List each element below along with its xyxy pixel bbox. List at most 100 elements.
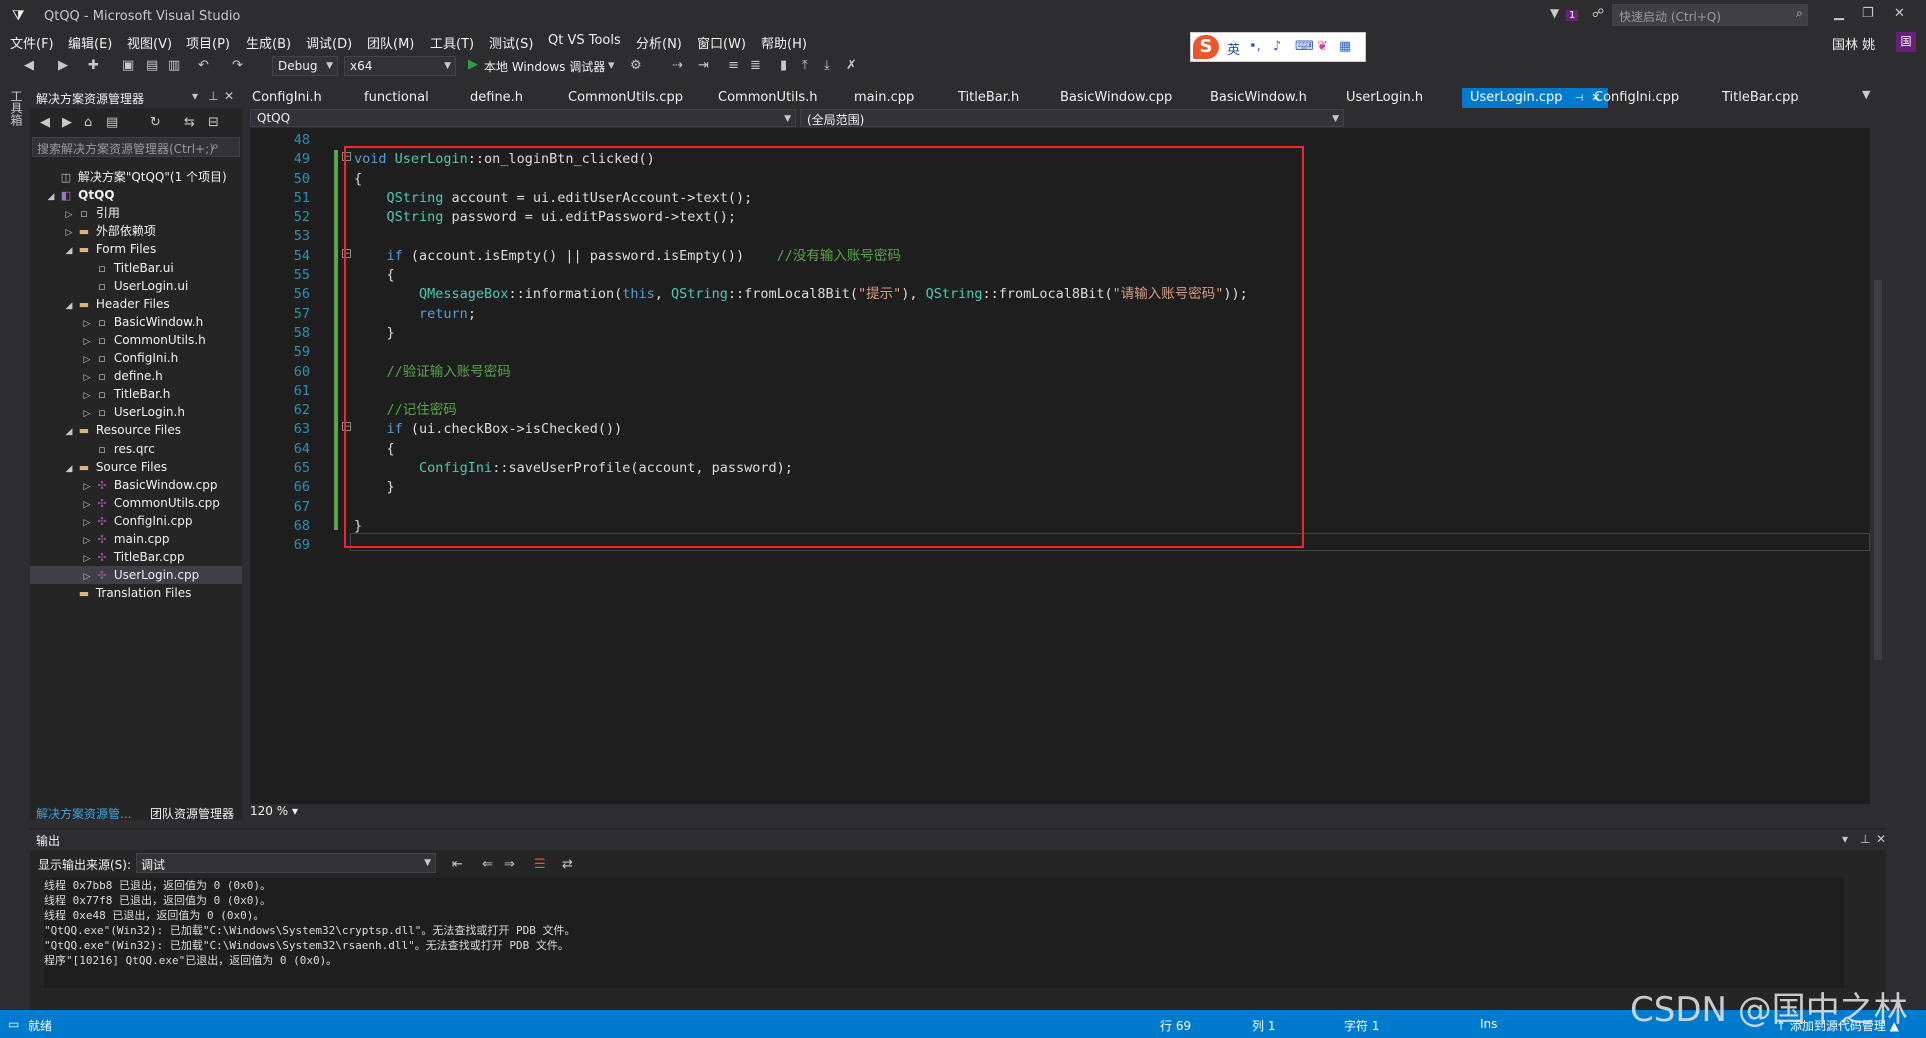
- chevron-down-icon[interactable]: ▾: [192, 89, 198, 103]
- output-text[interactable]: 线程 0x7bb8 已退出，返回值为 0 (0x0)。 线程 0x77f8 已退出…: [44, 878, 1844, 988]
- editor-horizontal-scrollbar[interactable]: [320, 806, 1870, 820]
- menu-build[interactable]: 生成(B): [246, 33, 291, 52]
- document-tab[interactable]: CommonUtils.cpp: [560, 88, 691, 108]
- tree-item[interactable]: ▫ UserLogin.ui: [30, 277, 242, 295]
- next-bookmark-icon[interactable]: ⤓: [824, 58, 830, 73]
- document-tab[interactable]: TitleBar.h: [950, 88, 1027, 108]
- prev-message-icon[interactable]: ⇐: [482, 857, 493, 872]
- document-tab[interactable]: TitleBar.cpp: [1714, 88, 1807, 108]
- skin-icon[interactable]: ❦: [1317, 39, 1328, 54]
- tree-item[interactable]: ▷ ▫ 引用: [30, 204, 242, 222]
- document-tab[interactable]: functional: [356, 88, 437, 108]
- tree-item[interactable]: ◢ ▬ Source Files: [30, 458, 242, 476]
- keyboard-icon[interactable]: ⌨: [1295, 39, 1314, 54]
- search-icon[interactable]: ⌕: [212, 139, 219, 154]
- member-scope-select[interactable]: (全局范围) ▼: [800, 109, 1344, 127]
- undo-icon[interactable]: ↶: [198, 58, 209, 73]
- document-tab[interactable]: CommonUtils.h: [710, 88, 826, 108]
- document-tab[interactable]: ConfigIni.h: [244, 88, 330, 108]
- history-icon[interactable]: ↻: [150, 115, 161, 130]
- save-icon[interactable]: ▤: [146, 58, 158, 73]
- menu-file[interactable]: 文件(F): [10, 33, 54, 52]
- document-tab[interactable]: UserLogin.h: [1338, 88, 1431, 108]
- restore-button[interactable]: ❐: [1862, 6, 1874, 21]
- clear-all-icon[interactable]: ☰: [534, 857, 546, 872]
- tree-item[interactable]: ◢ ◧ QtQQ: [30, 186, 242, 204]
- filter-icon[interactable]: ▼: [1550, 6, 1559, 20]
- tree-item[interactable]: ▫ res.qrc: [30, 440, 242, 458]
- zoom-select[interactable]: 120 % ▾: [250, 804, 308, 822]
- outdent-icon[interactable]: ≣: [750, 58, 761, 73]
- chevron-down-icon[interactable]: ▾: [608, 58, 615, 73]
- menu-tools[interactable]: 工具(T): [430, 33, 474, 52]
- pin-icon[interactable]: ⊣: [1575, 93, 1584, 104]
- tree-item[interactable]: ▫ TitleBar.ui: [30, 259, 242, 277]
- menu-test[interactable]: 测试(S): [489, 33, 533, 52]
- prev-bookmark-icon[interactable]: ⤒: [802, 58, 808, 73]
- menu-window[interactable]: 窗口(W): [697, 33, 746, 52]
- menu-debug[interactable]: 调试(D): [306, 33, 352, 52]
- menu-qt-vs-tools[interactable]: Qt VS Tools: [548, 33, 621, 48]
- platform-select[interactable]: x64 ▼: [344, 56, 456, 76]
- tree-item[interactable]: ▷ ▫ TitleBar.h: [30, 385, 242, 403]
- find-message-icon[interactable]: ⇤: [452, 857, 463, 872]
- tab-solution-explorer[interactable]: 解决方案资源管...: [36, 805, 131, 822]
- tab-list-dropdown-icon[interactable]: ▼: [1862, 88, 1870, 101]
- close-icon[interactable]: ✕: [1876, 832, 1886, 846]
- chevron-down-icon[interactable]: ▾: [1842, 832, 1848, 846]
- start-debug-icon[interactable]: ▶: [468, 57, 478, 72]
- tree-item[interactable]: ▬ Translation Files: [30, 584, 242, 602]
- menu-view[interactable]: 视图(V): [127, 33, 172, 52]
- microphone-icon[interactable]: ♪: [1273, 39, 1281, 54]
- tree-item[interactable]: ▷ ▬ 外部依赖项: [30, 222, 242, 240]
- tree-item[interactable]: ▷ ✣ UserLogin.cpp: [30, 566, 242, 585]
- step-over-icon[interactable]: ⇥: [698, 58, 709, 73]
- pin-icon[interactable]: ⊥: [208, 89, 218, 103]
- document-tab[interactable]: BasicWindow.cpp: [1052, 88, 1180, 108]
- menu-project[interactable]: 项目(P): [186, 33, 230, 52]
- user-avatar[interactable]: 国: [1896, 32, 1916, 52]
- minimize-button[interactable]: ▁: [1834, 6, 1844, 21]
- toolbox-label[interactable]: 工具箱: [8, 90, 25, 126]
- scrollbar-thumb[interactable]: [1874, 280, 1882, 660]
- forward-icon[interactable]: ▶: [62, 115, 72, 130]
- next-message-icon[interactable]: ⇒: [504, 857, 515, 872]
- tree-item[interactable]: ▷ ✣ BasicWindow.cpp: [30, 476, 242, 494]
- config-select[interactable]: Debug ▼: [272, 56, 338, 76]
- notification-badge[interactable]: 1: [1566, 10, 1579, 21]
- home-icon[interactable]: ⌂: [84, 115, 92, 130]
- start-debug-button[interactable]: 本地 Windows 调试器: [484, 58, 605, 75]
- document-tab[interactable]: ConfigIni.cpp: [1586, 88, 1687, 108]
- tree-item[interactable]: ◢ ▬ Header Files: [30, 295, 242, 313]
- quick-launch-input[interactable]: 快速启动 (Ctrl+Q): [1612, 4, 1808, 26]
- attach-icon[interactable]: ⚙: [630, 58, 642, 73]
- menu-team[interactable]: 团队(M): [367, 33, 414, 52]
- search-icon[interactable]: ⌕: [1796, 6, 1803, 21]
- user-name[interactable]: 国林 姚: [1832, 34, 1875, 53]
- tab-team-explorer[interactable]: 团队资源管理器: [150, 805, 234, 822]
- tree-item[interactable]: ◢ ▬ Form Files: [30, 240, 242, 258]
- menu-analyze[interactable]: 分析(N): [636, 33, 682, 52]
- toolbox-icon[interactable]: ▦: [1339, 39, 1351, 54]
- tree-item[interactable]: ▷ ▫ define.h: [30, 367, 242, 385]
- tree-item[interactable]: ▷ ✣ CommonUtils.cpp: [30, 494, 242, 512]
- tree-item[interactable]: ▷ ▫ CommonUtils.h: [30, 331, 242, 349]
- tree-item[interactable]: ◫ 解决方案"QtQQ"(1 个项目): [30, 168, 242, 186]
- indent-icon[interactable]: ≡: [728, 58, 739, 73]
- step-icon[interactable]: ⇢: [672, 58, 683, 73]
- solution-search-input[interactable]: 搜索解决方案资源管理器(Ctrl+;): [32, 137, 240, 157]
- tree-item[interactable]: ◢ ▬ Resource Files: [30, 421, 242, 439]
- new-project-icon[interactable]: ✚: [88, 58, 99, 73]
- open-file-icon[interactable]: ▣: [122, 58, 134, 73]
- document-tab[interactable]: main.cpp: [846, 88, 922, 108]
- pin-icon[interactable]: ⊥: [1860, 832, 1870, 846]
- forward-icon[interactable]: ▶: [58, 58, 68, 73]
- close-window-button[interactable]: ✕: [1894, 6, 1905, 21]
- collapse-all-icon[interactable]: ⊟: [208, 115, 219, 130]
- switch-views-icon[interactable]: ▤: [106, 115, 118, 130]
- clear-bookmarks-icon[interactable]: ✗: [846, 58, 857, 73]
- feedback-icon[interactable]: ☍: [1592, 6, 1604, 20]
- redo-icon[interactable]: ↷: [232, 58, 243, 73]
- punctuation-icon[interactable]: •,: [1249, 39, 1261, 54]
- tree-item[interactable]: ▷ ✣ ConfigIni.cpp: [30, 512, 242, 530]
